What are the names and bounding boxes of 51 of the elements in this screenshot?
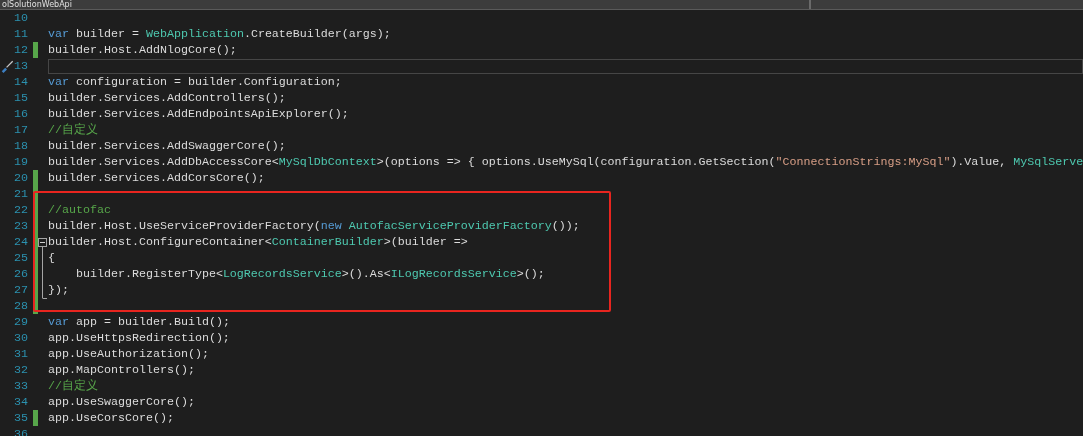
code-line: builder.Host.UseServiceProviderFactory(new AutofacServiceProviderFactory()); [48,218,580,234]
line-number: 15 [14,90,28,106]
code-line: var app = builder.Build(); [48,314,230,330]
code-line: //自定义 [48,378,98,394]
line-number: 28 [14,298,28,314]
line-number: 34 [14,394,28,410]
code-line: //自定义 [48,122,98,138]
code-line: app.UseCorsCore(); [48,410,174,426]
line-number: 16 [14,106,28,122]
code-line: builder.Services.AddEndpointsApiExplorer(); [48,106,349,122]
line-number: 17 [14,122,28,138]
code-line: app.UseSwaggerCore(); [48,394,195,410]
line-number: 26 [14,266,28,282]
line-number: 14 [14,74,28,90]
line-number: 35 [14,410,28,426]
line-number: 19 [14,154,28,170]
code-line: var builder = WebApplication.CreateBuilder(args); [48,26,391,42]
fold-bracket-drawing [42,247,48,299]
code-line: builder.Services.AddDbAccessCore<MySqlDbContext>(options => { options.UseMySql(configuration.GetSection("ConnectionStrings:MySql").Value, MySqlServe [48,154,1083,170]
code-line: var configuration = builder.Configuration; [48,74,342,90]
line-number: 22 [14,202,28,218]
code-line: builder.Services.AddCorsCore(); [48,170,265,186]
line-number: 25 [14,250,28,266]
code-line: builder.Services.AddSwaggerCore(); [48,138,286,154]
line-number: 21 [14,186,28,202]
line-number: 29 [14,314,28,330]
line-number: 18 [14,138,28,154]
code-line: { [48,250,55,266]
code-line: app.MapControllers(); [48,362,195,378]
line-number: 32 [14,362,28,378]
line-number: 13 [14,58,28,74]
line-number: 12 [14,42,28,58]
code-line: builder.RegisterType<LogRecordsService>().As<ILogRecordsService>(); [74,266,545,282]
line-number: 31 [14,346,28,362]
fold-toggle-icon[interactable] [38,238,47,247]
line-number: 30 [14,330,28,346]
line-number: 20 [14,170,28,186]
code-line: }); [48,282,69,298]
line-number: 11 [14,26,28,42]
code-line: builder.Services.AddControllers(); [48,90,286,106]
line-number: 24 [14,234,28,250]
line-number: 33 [14,378,28,394]
code-line: app.UseAuthorization(); [48,346,209,362]
code-line: //autofac [48,202,111,218]
code-line: app.UseHttpsRedirection(); [48,330,230,346]
line-number: 27 [14,282,28,298]
line-number: 10 [14,10,28,26]
screwdriver-icon[interactable] [0,58,14,74]
code-line: builder.Host.AddNlogCore(); [48,42,237,58]
code-line: builder.Host.ConfigureContainer<ContainerBuilder>(builder => [48,234,468,250]
line-number: 23 [14,218,28,234]
